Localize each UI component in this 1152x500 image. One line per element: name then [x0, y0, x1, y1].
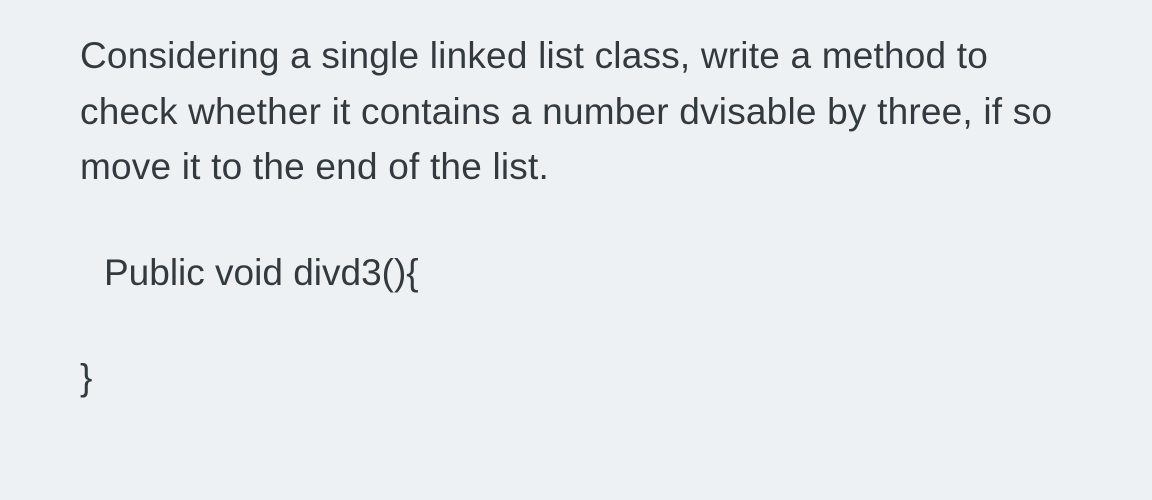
- method-signature: Public void divd3(){: [80, 245, 1072, 301]
- question-prompt: Considering a single linked list class, …: [80, 28, 1072, 195]
- method-close-brace: }: [80, 350, 1072, 406]
